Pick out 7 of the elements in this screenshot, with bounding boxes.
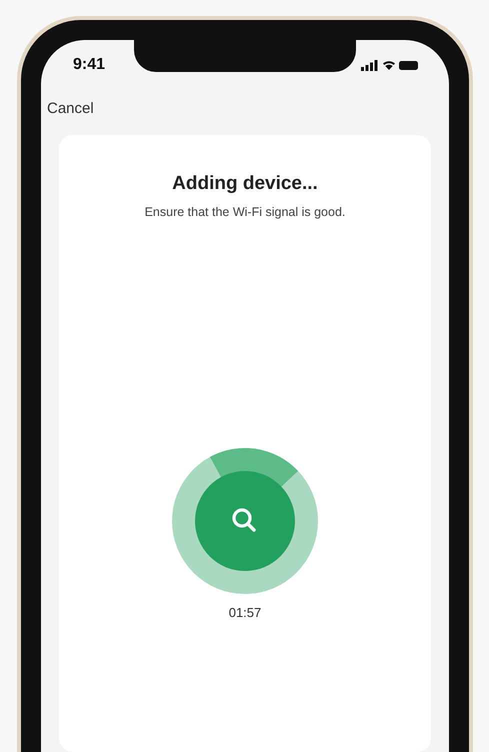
card-title: Adding device... xyxy=(172,172,318,196)
status-time: 9:41 xyxy=(73,55,106,75)
cancel-button[interactable]: Cancel xyxy=(41,84,94,120)
card-subtitle: Ensure that the Wi-Fi signal is good. xyxy=(144,204,346,222)
search-icon xyxy=(232,508,256,532)
countdown-timer: 01:57 xyxy=(228,604,262,622)
status-icons xyxy=(361,59,419,71)
